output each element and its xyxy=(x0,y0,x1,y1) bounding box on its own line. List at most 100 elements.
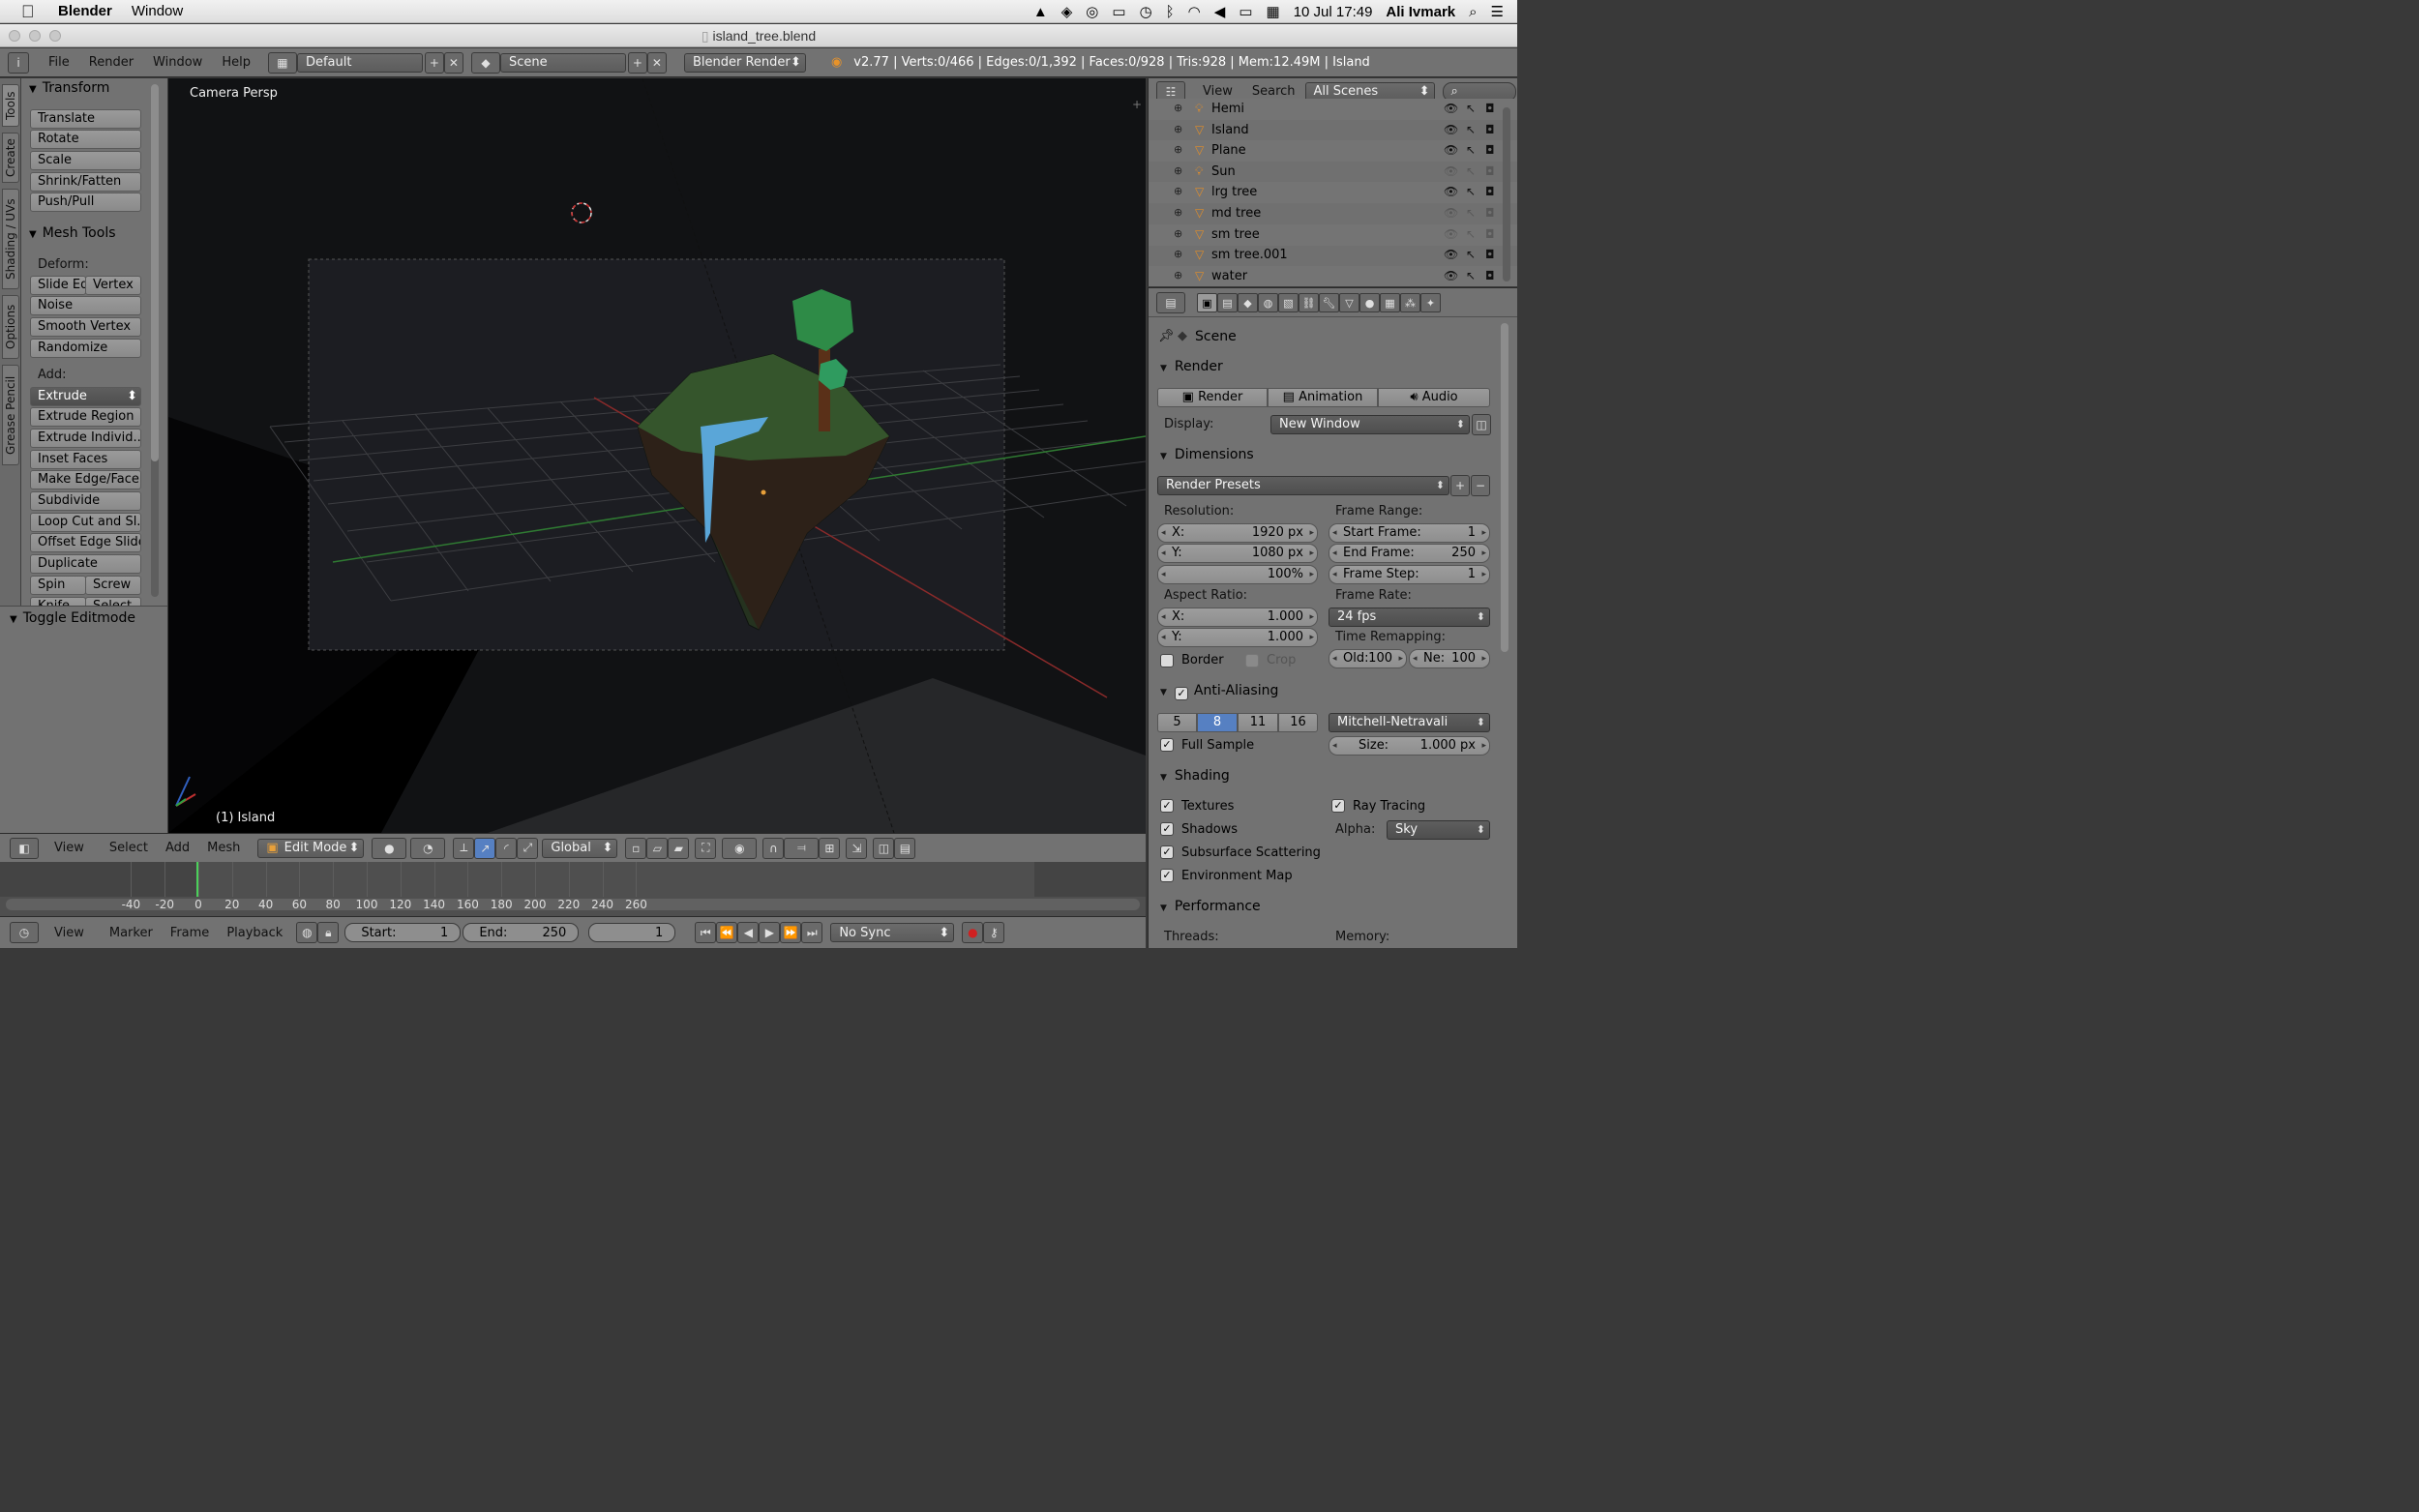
mesh-select-mode-icon[interactable]: ⇲ xyxy=(846,837,868,859)
opengl-animation-icon[interactable]: ▤ xyxy=(894,837,916,859)
translate-button[interactable]: Translate xyxy=(30,109,141,129)
duplicate-button[interactable]: Duplicate xyxy=(30,554,141,574)
timeline-menu-view[interactable]: View xyxy=(54,926,84,940)
app-menu-blender[interactable]: Blender xyxy=(58,3,112,19)
time-remap-old-field[interactable]: Old:100 xyxy=(1329,649,1407,668)
transform-orientation-select[interactable]: Global ⬍ xyxy=(542,838,618,858)
render-image-button[interactable]: ▣ Render xyxy=(1157,388,1268,407)
proportional-edit-icon[interactable]: ◉ xyxy=(722,837,758,859)
visibility-eye-icon[interactable]: 👁︎ xyxy=(1444,185,1458,198)
minimize-window-icon[interactable] xyxy=(29,30,41,42)
add-scene-icon[interactable]: + xyxy=(627,51,647,74)
flag-icon[interactable]: ▦ xyxy=(1267,3,1280,20)
selectability-cursor-icon[interactable]: ↖ xyxy=(1466,269,1476,282)
add-preset-icon[interactable]: + xyxy=(1450,475,1470,496)
outliner-item-name[interactable]: Island xyxy=(1211,123,1249,137)
renderability-camera-icon[interactable]: ◘ xyxy=(1485,102,1495,115)
shadows-checkbox[interactable]: ✓ xyxy=(1160,822,1174,836)
end-frame-field[interactable]: End: 250 xyxy=(463,923,580,942)
render-layers-tab-icon[interactable]: ▤ xyxy=(1217,293,1238,312)
alpha-select[interactable]: Sky xyxy=(1387,820,1490,840)
outliner-item-name[interactable]: Plane xyxy=(1211,143,1246,158)
tab-grease-pencil[interactable]: Grease Pencil xyxy=(2,365,19,465)
extrude-dropdown[interactable]: Extrude ⬍ xyxy=(30,387,141,406)
menu-window[interactable]: Window xyxy=(153,55,202,70)
frame-step-field[interactable]: Frame Step: 1 xyxy=(1329,565,1490,584)
aspect-y-field[interactable]: Y: 1.000 xyxy=(1157,628,1318,647)
3d-viewport[interactable]: Camera Persp (1) Island + xyxy=(168,78,1146,833)
data-tab-icon[interactable]: ▽ xyxy=(1339,293,1359,312)
vertex-slide-button[interactable]: Vertex xyxy=(85,276,141,295)
time-machine-icon[interactable]: ◷ xyxy=(1140,3,1152,20)
selectability-cursor-icon[interactable]: ↖ xyxy=(1466,227,1476,241)
slide-edge-button[interactable]: Slide Ed xyxy=(30,276,86,295)
render-audio-button[interactable]: 🔊︎ Audio xyxy=(1378,388,1490,407)
textures-checkbox[interactable]: ✓ xyxy=(1160,799,1174,813)
visibility-eye-icon[interactable]: 👁︎ xyxy=(1444,206,1458,220)
menu-help[interactable]: Help xyxy=(222,55,251,70)
airplay-icon[interactable]: ▭ xyxy=(1112,3,1125,20)
preview-range-icon[interactable]: ◍ xyxy=(296,922,318,943)
play-reverse-icon[interactable]: ◀ xyxy=(737,922,760,943)
scene-field[interactable]: Scene xyxy=(499,52,626,73)
outliner-item-name[interactable]: md tree xyxy=(1211,206,1261,221)
knife-button[interactable]: Knife xyxy=(30,597,86,606)
start-frame-field[interactable]: Start: 1 xyxy=(344,923,462,942)
border-checkbox[interactable] xyxy=(1160,654,1174,667)
renderability-camera-icon[interactable]: ◘ xyxy=(1485,185,1495,198)
screen-layout-field[interactable]: Default xyxy=(296,52,423,73)
wifi-icon[interactable]: ◠ xyxy=(1188,3,1201,20)
mode-select[interactable]: ▣ Edit Mode ⬍ xyxy=(257,838,365,858)
selectability-cursor-icon[interactable]: ↖ xyxy=(1466,123,1476,136)
expand-icon[interactable]: ⊕ xyxy=(1174,123,1182,135)
editor-type-icon[interactable]: ◧ xyxy=(10,837,39,859)
volume-icon[interactable]: ◀ xyxy=(1214,3,1226,20)
scene-icon[interactable]: ◆ xyxy=(470,51,500,74)
extrude-individual-button[interactable]: Extrude Individ... xyxy=(30,429,141,448)
lock-range-icon[interactable]: 🔒︎ xyxy=(317,922,340,943)
menu-render[interactable]: Render xyxy=(89,55,134,70)
expand-icon[interactable]: ⊕ xyxy=(1174,206,1182,219)
jump-keyframe-back-icon[interactable]: ⏪ xyxy=(716,922,738,943)
push-pull-button[interactable]: Push/Pull xyxy=(30,193,141,212)
randomize-button[interactable]: Randomize xyxy=(30,339,141,358)
info-editor-icon[interactable]: i xyxy=(8,51,29,74)
outliner-row[interactable]: ⊕ ▽ lrg tree 👁︎ ↖ ◘ xyxy=(1149,182,1517,204)
manipulator-toggle-icon[interactable]: ⟂ xyxy=(453,837,475,859)
close-window-icon[interactable] xyxy=(9,30,20,42)
render-panel-header[interactable]: ▼ Render xyxy=(1160,359,1223,374)
tab-create[interactable]: Create xyxy=(2,133,19,183)
world-tab-icon[interactable]: ◍ xyxy=(1258,293,1278,312)
notification-icon[interactable]: ☰ xyxy=(1491,3,1504,20)
menu-view[interactable]: View xyxy=(54,841,84,855)
aa-samples-11[interactable]: 11 xyxy=(1238,713,1278,732)
properties-editor-icon[interactable]: ▤ xyxy=(1156,292,1185,313)
creative-cloud-icon[interactable]: ◎ xyxy=(1086,3,1098,20)
outliner-scrollbar[interactable] xyxy=(1503,107,1510,282)
visibility-eye-icon[interactable]: 👁︎ xyxy=(1444,248,1458,261)
loop-cut-button[interactable]: Loop Cut and Sl... xyxy=(30,513,141,532)
lock-interface-icon[interactable]: ◫ xyxy=(1472,414,1491,435)
drive-icon[interactable]: ▲ xyxy=(1033,4,1048,20)
scale-manipulator-icon[interactable]: ⤢ xyxy=(517,837,539,859)
time-remap-new-field[interactable]: Ne: 100 xyxy=(1409,649,1490,668)
render-presets-select[interactable]: Render Presets xyxy=(1157,476,1449,495)
sss-checkbox[interactable]: ✓ xyxy=(1160,845,1174,859)
outliner-row[interactable]: ⊕ 💡︎ Sun 👁︎ ↖ ◘ xyxy=(1149,162,1517,183)
remove-scene-icon[interactable]: ✕ xyxy=(646,51,667,74)
scale-button[interactable]: Scale xyxy=(30,151,141,170)
select-button[interactable]: Select xyxy=(85,597,141,606)
transform-panel-header[interactable]: ▼ Transform xyxy=(29,78,109,98)
aa-samples-16[interactable]: 16 xyxy=(1278,713,1318,732)
menu-file[interactable]: File xyxy=(48,55,70,70)
tab-options[interactable]: Options xyxy=(2,295,19,359)
render-engine-select[interactable]: Blender Render ⬍ xyxy=(683,52,806,73)
dropbox-icon[interactable]: ◈ xyxy=(1061,3,1073,20)
offset-edge-slide-button[interactable]: Offset Edge Slide xyxy=(30,533,141,552)
frame-rate-select[interactable]: 24 fps xyxy=(1329,608,1490,627)
selectability-cursor-icon[interactable]: ↖ xyxy=(1466,206,1476,220)
visibility-eye-icon[interactable]: 👁︎ xyxy=(1444,227,1458,241)
expand-icon[interactable]: ⊕ xyxy=(1174,248,1182,260)
aa-filter-select[interactable]: Mitchell-Netravali xyxy=(1329,713,1490,732)
apple-icon[interactable]:  xyxy=(21,3,39,20)
